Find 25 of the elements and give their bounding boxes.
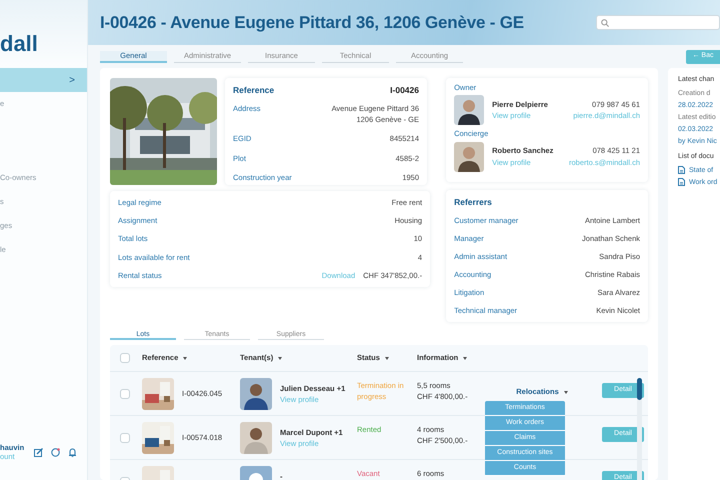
reference-value: I-00426 — [390, 84, 419, 97]
select-all-checkbox[interactable] — [120, 353, 130, 363]
card-title: Referrers — [454, 196, 493, 209]
row-checkbox[interactable] — [120, 433, 130, 443]
chat-icon[interactable] — [51, 448, 60, 457]
person-figure — [240, 422, 272, 454]
sort-caret-icon[interactable] — [384, 356, 389, 360]
person-figure — [240, 378, 272, 410]
bell-icon[interactable] — [68, 448, 77, 457]
sort-caret-icon[interactable] — [463, 356, 468, 360]
sort-caret-icon[interactable] — [278, 356, 282, 360]
sort-caret-icon[interactable] — [183, 356, 188, 360]
search-icon — [601, 18, 609, 26]
edit-icon[interactable] — [34, 448, 43, 457]
search-field[interactable] — [596, 15, 720, 30]
row-checkbox[interactable] — [120, 389, 130, 399]
sidebar-item[interactable]: > — [0, 68, 87, 92]
person-figure — [454, 142, 484, 172]
page-title: I-00426 - Avenue Eugene Pittard 36, 1206 Genève - GE — [100, 12, 524, 34]
card-title: Reference — [233, 84, 274, 97]
scrollbar[interactable] — [637, 378, 642, 480]
person-figure — [454, 95, 484, 126]
document-icon[interactable] — [678, 166, 685, 174]
document-icon[interactable] — [678, 178, 685, 186]
chevron: > — [69, 74, 75, 88]
